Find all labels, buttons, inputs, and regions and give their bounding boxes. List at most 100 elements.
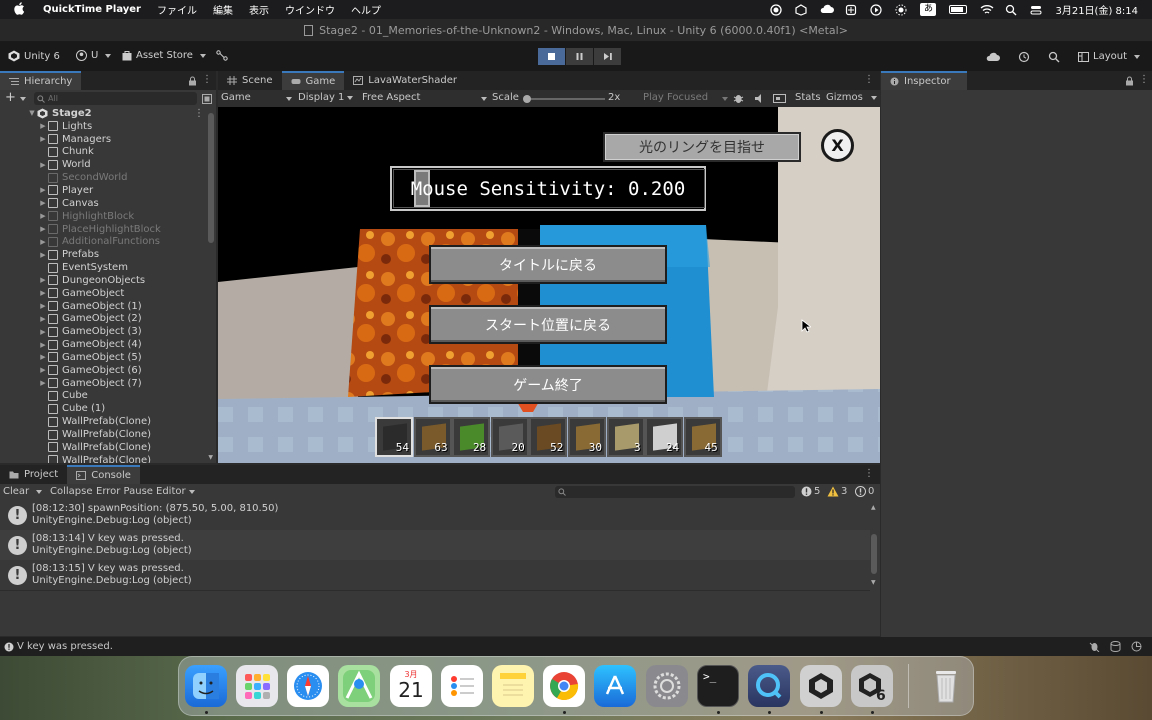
status-message[interactable]: V key was pressed. [17, 641, 113, 652]
chevron-down-icon[interactable] [20, 97, 26, 101]
add-icon[interactable]: + [5, 90, 16, 105]
hierarchy-item[interactable]: ▶ GameObject (3) [0, 325, 216, 338]
calendar-icon[interactable]: 3月 21 [390, 665, 432, 707]
hierarchy-item[interactable]: ▶ GameObject (7) [0, 377, 216, 390]
hierarchy-item[interactable]: Cube [0, 390, 216, 403]
progress-icon[interactable] [1131, 641, 1142, 652]
tab-scene[interactable]: Scene [218, 71, 282, 90]
kebab-menu-icon[interactable]: ⋮ [864, 74, 874, 85]
hotbar-slot[interactable]: 52 [529, 417, 568, 457]
scroll-down-icon[interactable]: ▼ [208, 454, 213, 461]
hierarchy-item[interactable]: ▶ Player [0, 184, 216, 197]
hotbar-slot[interactable]: 3 [606, 417, 645, 457]
hierarchy-item[interactable]: ▶ Managers [0, 133, 216, 146]
scale-slider-handle[interactable] [523, 95, 531, 103]
unity-account-button[interactable]: Unity 6 [8, 50, 60, 62]
bug-icon[interactable] [733, 93, 744, 104]
play-button[interactable] [538, 48, 565, 65]
chevron-right-icon[interactable]: ▶ [38, 238, 48, 246]
menubar-clock[interactable]: 3月21日(金) 8:14 [1055, 2, 1138, 17]
kebab-menu-icon[interactable]: ⋮ [202, 74, 212, 85]
scale-slider[interactable] [523, 95, 605, 103]
cache-server-icon[interactable] [1110, 641, 1121, 652]
hierarchy-item[interactable]: ▶ GameObject (6) [0, 364, 216, 377]
scroll-up-icon[interactable]: ▲ [871, 504, 876, 511]
trash-icon[interactable] [925, 665, 967, 707]
hotbar-slot[interactable]: 54 [375, 417, 413, 457]
app-store-icon[interactable] [594, 665, 636, 707]
chevron-right-icon[interactable]: ▶ [38, 276, 48, 284]
hierarchy-item[interactable]: EventSystem [0, 261, 216, 274]
close-menu-button[interactable]: X [821, 129, 854, 162]
cloud-icon[interactable] [820, 4, 835, 16]
hierarchy-item[interactable]: ▶ HighlightBlock [0, 210, 216, 223]
console-scroll-thumb[interactable] [871, 534, 877, 574]
scroll-down-icon[interactable]: ▼ [871, 579, 876, 586]
menu-edit[interactable]: 編集 [213, 2, 233, 17]
maps-icon[interactable] [338, 665, 380, 707]
console-log-entry[interactable]: ! [08:12:30] spawnPosition: (875.50, 5.0… [0, 500, 870, 530]
hierarchy-item[interactable]: ▶ PlaceHighlightBlock [0, 223, 216, 236]
hotbar-slot[interactable]: 20 [490, 417, 529, 457]
chevron-right-icon[interactable]: ▶ [38, 251, 48, 259]
gizmos-dropdown[interactable]: Gizmos [826, 92, 877, 103]
brightness-icon[interactable] [895, 4, 907, 16]
chevron-right-icon[interactable]: ▶ [38, 289, 48, 297]
chevron-right-icon[interactable]: ▶ [38, 212, 48, 220]
hotbar-slot[interactable]: 30 [568, 417, 606, 457]
hierarchy-item[interactable]: SecondWorld [0, 171, 216, 184]
tab-lava-water-shader[interactable]: LavaWaterShader [344, 71, 466, 90]
chevron-right-icon[interactable]: ▶ [38, 366, 48, 374]
hierarchy-item[interactable]: ▶ Prefabs [0, 248, 216, 261]
chrome-icon[interactable] [543, 665, 585, 707]
hierarchy-item[interactable]: Cube (1) [0, 402, 216, 415]
menu-file[interactable]: ファイル [157, 2, 197, 17]
spotlight-search-icon[interactable] [1005, 4, 1017, 16]
log-count-toggle[interactable]: 5 [801, 486, 820, 497]
chevron-right-icon[interactable]: ▶ [38, 161, 48, 169]
return-to-start-button[interactable]: スタート位置に戻る [429, 305, 667, 344]
unity-status-icon[interactable] [795, 3, 808, 16]
hotbar-slot[interactable]: 45 [683, 417, 722, 457]
hierarchy-scrollbar[interactable] [208, 113, 214, 243]
hierarchy-search-input[interactable]: All [34, 92, 197, 105]
menu-help[interactable]: ヘルプ [351, 2, 381, 17]
hierarchy-item[interactable]: ▶ GameObject (5) [0, 351, 216, 364]
hierarchy-item[interactable]: WallPrefab(Clone) [0, 454, 216, 463]
aspect-toggle-icon[interactable] [773, 93, 786, 104]
hierarchy-item[interactable]: ▶ Lights [0, 120, 216, 133]
hotbar-slot[interactable]: 28 [452, 417, 491, 457]
lock-icon[interactable] [1125, 76, 1134, 86]
hierarchy-item[interactable]: ▶ GameObject (2) [0, 313, 216, 326]
history-icon[interactable] [1018, 51, 1030, 63]
hierarchy-item[interactable]: WallPrefab(Clone) [0, 415, 216, 428]
chevron-right-icon[interactable]: ▶ [38, 135, 48, 143]
version-control-button[interactable] [216, 50, 228, 61]
terminal-icon[interactable]: >_ [697, 665, 739, 707]
hotbar-slot[interactable]: 24 [645, 417, 684, 457]
safari-icon[interactable] [287, 665, 329, 707]
return-to-title-button[interactable]: タイトルに戻る [429, 245, 667, 284]
kebab-menu-icon[interactable]: ⋮ [1139, 74, 1149, 85]
hierarchy-item[interactable]: Chunk [0, 146, 216, 159]
quicktime-icon[interactable] [748, 665, 790, 707]
hierarchy-item[interactable]: ▶ DungeonObjects [0, 274, 216, 287]
error-count-toggle[interactable]: 0 [855, 486, 874, 497]
game-mode-dropdown[interactable]: Game [221, 92, 293, 103]
console-log-entry[interactable]: ! [08:13:15] V key was pressed. UnityEngi… [0, 560, 870, 590]
hierarchy-item[interactable]: ▶ World [0, 158, 216, 171]
aspect-dropdown[interactable]: Free Aspect [362, 92, 487, 103]
shield-icon[interactable] [845, 4, 857, 16]
input-method-icon[interactable]: あ [920, 3, 937, 16]
play-mode-dropdown[interactable]: Play Focused [643, 92, 728, 103]
debug-icon[interactable] [1089, 641, 1100, 652]
layout-dropdown[interactable]: Layout [1078, 51, 1140, 62]
launchpad-icon[interactable] [236, 665, 278, 707]
kebab-menu-icon[interactable]: ⋮ [194, 108, 204, 119]
kebab-menu-icon[interactable]: ⋮ [864, 468, 874, 479]
tab-project[interactable]: Project [0, 465, 67, 484]
tab-hierarchy[interactable]: Hierarchy [0, 71, 82, 90]
notes-icon[interactable] [492, 665, 534, 707]
menu-view[interactable]: 表示 [249, 2, 269, 17]
lock-icon[interactable] [188, 76, 197, 86]
